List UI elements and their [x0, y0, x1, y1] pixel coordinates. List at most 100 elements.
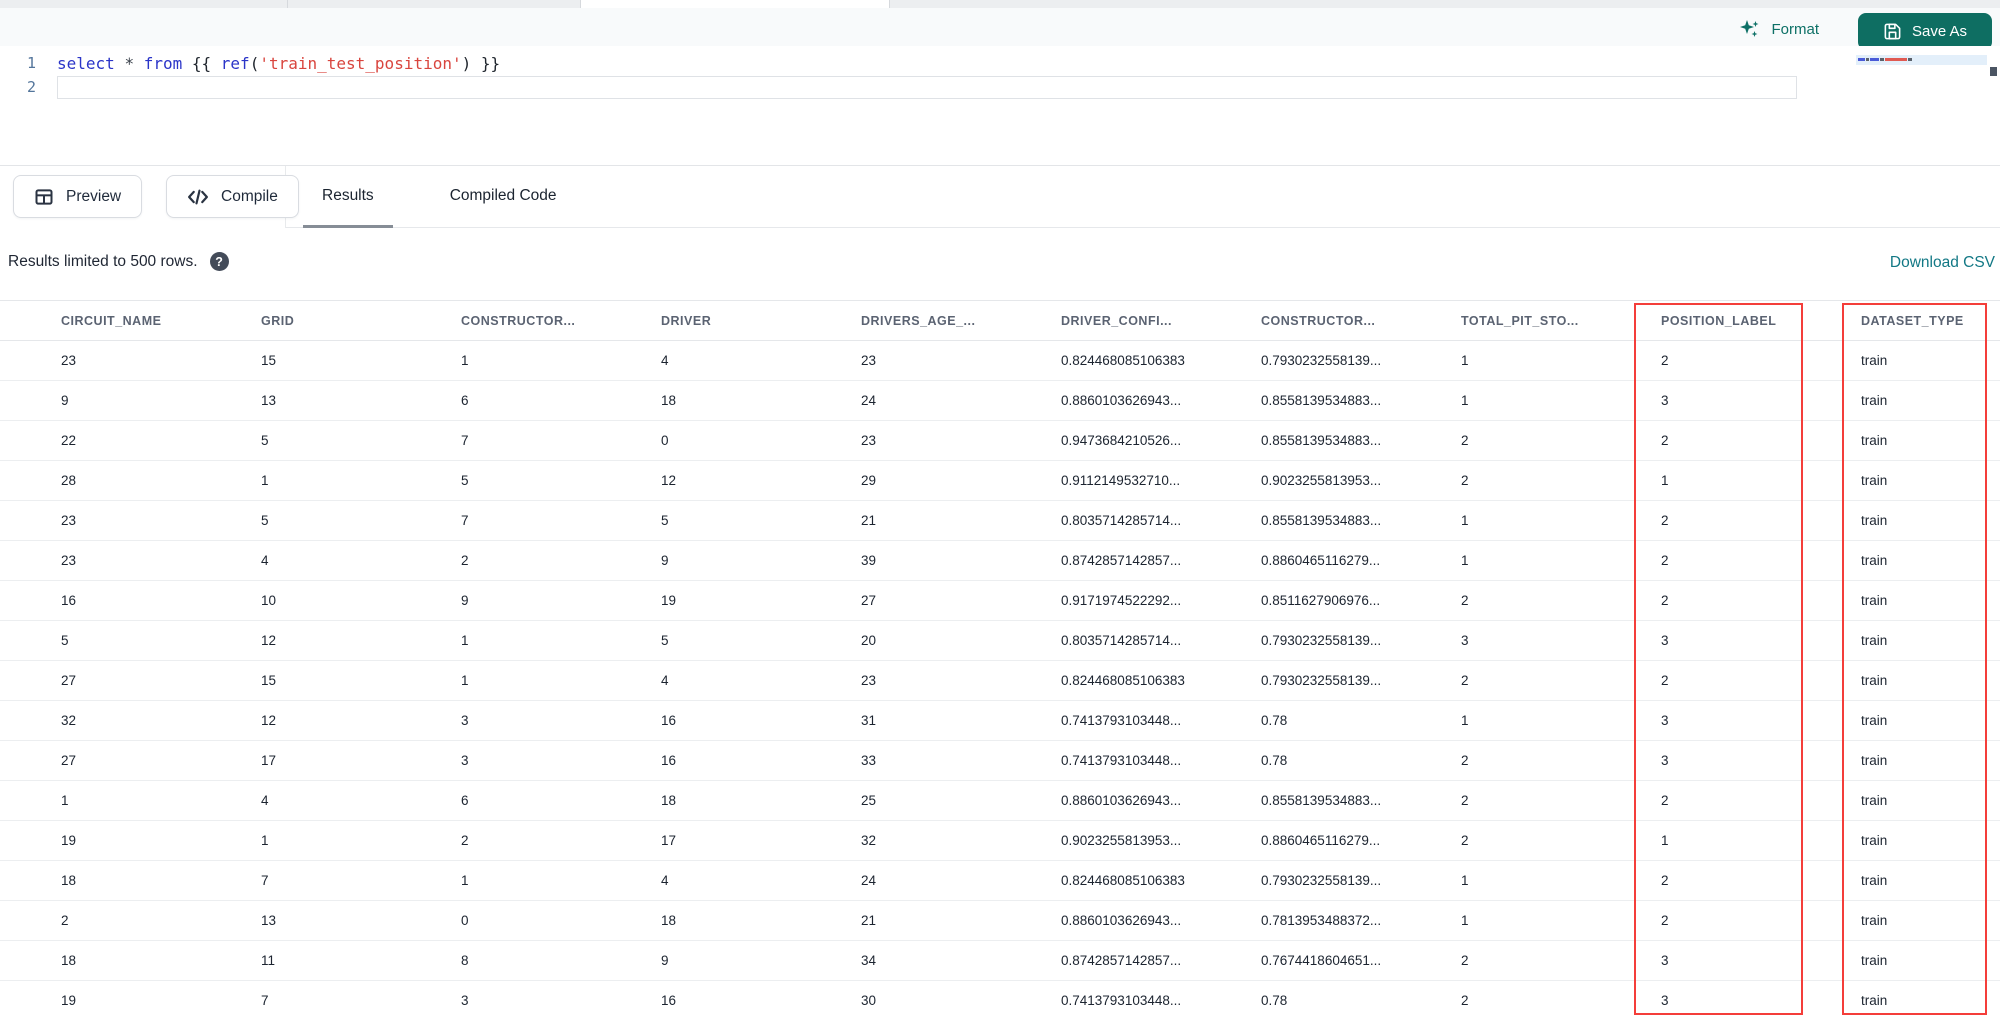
table-cell: 20 — [861, 633, 877, 648]
table-cell: 0.9171974522292... — [1061, 593, 1182, 608]
results-table: CIRCUIT_NAME GRID CONSTRUCTOR... DRIVER DRIV… — [0, 300, 2000, 1020]
header-cell: POSITION_LABEL — [1661, 313, 1777, 328]
table-row: 27 15 1 4 23 0.824468085106383 0.7930232558139… — [0, 661, 2000, 701]
table-cell: 2 — [1461, 433, 1469, 448]
code-line-1[interactable]: 1 select * from {{ ref('train_test_posit… — [0, 52, 500, 74]
table-cell: 9 — [61, 393, 69, 408]
table-cell: 2 — [1661, 353, 1669, 368]
header-cell: CONSTRUCTOR... — [1261, 313, 1376, 328]
table-cell: 2 — [1661, 913, 1669, 928]
table-cell: train — [1861, 713, 1888, 728]
table-cell: 2 — [1461, 793, 1469, 808]
table-cell: 23 — [61, 353, 77, 368]
table-cell: 9 — [461, 593, 469, 608]
table-cell: 0.8558139534883... — [1261, 793, 1382, 808]
table-cell: 0 — [661, 433, 669, 448]
file-tabstrip[interactable] — [0, 0, 2000, 8]
table-cell: 1 — [1461, 393, 1469, 408]
table-cell: 0 — [461, 913, 469, 928]
table-cell: 2 — [61, 913, 69, 928]
table-cell: 18 — [661, 793, 677, 808]
active-file-tab[interactable] — [580, 0, 889, 8]
scrollbar-thumb[interactable] — [1990, 67, 1997, 76]
tab-compiled-code[interactable]: Compiled Code — [431, 166, 576, 228]
table-cell: 11 — [261, 953, 276, 968]
current-line-highlight — [57, 76, 1797, 99]
table-row: 9 13 6 18 24 0.8860103626943... 0.855813953488… — [0, 381, 2000, 421]
table-cell: train — [1861, 513, 1888, 528]
table-cell: 2 — [1661, 513, 1669, 528]
table-cell: 22 — [61, 433, 77, 448]
table-cell: 31 — [861, 713, 877, 728]
table-cell: 0.7813953488372... — [1261, 913, 1382, 928]
table-cell: 16 — [661, 993, 677, 1008]
header-cell: DRIVER — [661, 313, 712, 328]
table-cell: 19 — [61, 833, 77, 848]
table-cell: 28 — [61, 473, 77, 488]
table-cell: 3 — [1661, 993, 1669, 1008]
table-cell: 0.7413793103448... — [1061, 993, 1182, 1008]
compile-button[interactable]: Compile — [166, 175, 299, 218]
table-cell: 0.8860103626943... — [1061, 913, 1182, 928]
table-cell: 30 — [861, 993, 877, 1008]
tab-results[interactable]: Results — [303, 166, 393, 228]
table-cell: 0.9023255813953... — [1261, 473, 1382, 488]
table-cell: 7 — [461, 513, 469, 528]
table-cell: 17 — [661, 833, 677, 848]
table-body: 23 15 1 4 23 0.824468085106383 0.7930232558139… — [0, 341, 2000, 1020]
table-cell: 1 — [261, 833, 269, 848]
table-cell: 0.8035714285714... — [1061, 513, 1182, 528]
editor-minimap[interactable] — [1856, 46, 1992, 136]
table-cell: 17 — [261, 753, 277, 768]
table-cell: train — [1861, 353, 1888, 368]
table-cell: 3 — [1661, 753, 1669, 768]
table-cell: 1 — [1461, 913, 1469, 928]
table-cell: 23 — [861, 353, 877, 368]
table-cell: 0.9023255813953... — [1061, 833, 1182, 848]
table-cell: 2 — [1461, 473, 1469, 488]
save-as-button[interactable]: Save As — [1858, 13, 1992, 50]
table-cell: 18 — [61, 873, 77, 888]
sql-editor[interactable]: 1 select * from {{ ref('train_test_posit… — [0, 46, 2000, 166]
table-cell: 12 — [261, 713, 277, 728]
table-cell: 1 — [461, 633, 469, 648]
table-cell: 5 — [261, 513, 269, 528]
table-cell: 4 — [661, 873, 669, 888]
table-cell: 2 — [1461, 673, 1469, 688]
format-button[interactable]: Format — [1733, 14, 1825, 44]
table-row: 19 7 3 16 30 0.7413793103448... 0.78 2 3 train — [0, 981, 2000, 1020]
table-cell: 23 — [61, 553, 77, 568]
table-cell: train — [1861, 793, 1888, 808]
table-cell: train — [1861, 673, 1888, 688]
help-icon[interactable]: ? — [209, 252, 229, 271]
table-cell: 0.7674418604651... — [1261, 953, 1382, 968]
download-csv-link[interactable]: Download CSV — [1890, 254, 1995, 272]
table-cell: 2 — [1461, 833, 1469, 848]
compile-label: Compile — [221, 187, 278, 205]
table-row: 32 12 3 16 31 0.7413793103448... 0.78 1 3 train — [0, 701, 2000, 741]
table-cell: 2 — [1461, 953, 1469, 968]
table-cell: 32 — [61, 713, 77, 728]
table-cell: 3 — [1661, 393, 1669, 408]
table-cell: 2 — [461, 553, 469, 568]
preview-button[interactable]: Preview — [13, 175, 143, 218]
header-cell: DATASET_TYPE — [1861, 313, 1964, 328]
table-cell: train — [1861, 593, 1888, 608]
table-cell: 7 — [261, 873, 269, 888]
table-cell: train — [1861, 833, 1888, 848]
table-cell: 0.7930232558139... — [1261, 633, 1382, 648]
table-cell: 0.8860465116279... — [1261, 553, 1381, 568]
table-cell: 2 — [1461, 593, 1469, 608]
table-cell: 3 — [461, 753, 469, 768]
line-number: 2 — [26, 78, 36, 96]
table-cell: 5 — [61, 633, 69, 648]
table-cell: 3 — [1661, 713, 1669, 728]
table-header-row: CIRCUIT_NAME GRID CONSTRUCTOR... DRIVER DRIV… — [0, 301, 2000, 341]
table-cell: 3 — [1461, 633, 1469, 648]
table-row: 5 12 1 5 20 0.8035714285714... 0.7930232558139… — [0, 621, 2000, 661]
line-number: 1 — [26, 54, 36, 72]
code-line-2[interactable]: 2 — [0, 76, 57, 98]
table-cell: 5 — [661, 513, 669, 528]
save-icon — [1883, 22, 1902, 41]
editor-toolbar: Format Save As — [0, 8, 2000, 50]
